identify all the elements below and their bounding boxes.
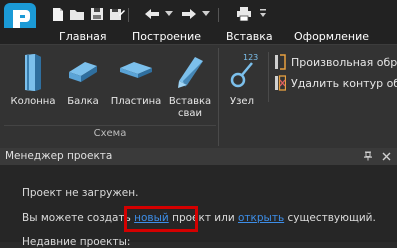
print-icon[interactable] — [236, 6, 252, 22]
ribbon-subgroup-separator — [268, 52, 269, 102]
plate-button[interactable]: Пластина — [108, 52, 164, 108]
insert-pile-label-line1: Вставка — [168, 96, 212, 107]
pin-icon[interactable] — [362, 150, 374, 162]
node-icon: 123 — [222, 52, 262, 92]
new-file-icon[interactable] — [50, 6, 66, 22]
custom-trim-icon — [273, 54, 287, 70]
open-project-link[interactable]: открыть — [238, 212, 284, 224]
column-button[interactable]: Колонна — [8, 52, 58, 108]
close-panel-icon[interactable] — [380, 150, 392, 162]
insert-pile-label: Вставка сваи — [169, 96, 211, 120]
remove-contour-label: Удалить контур обр — [291, 76, 397, 90]
beam-button[interactable]: Балка — [63, 52, 103, 108]
message-prefix: Вы можете создать — [22, 212, 131, 224]
group-label-divider — [4, 125, 216, 126]
custom-trim-button[interactable]: Произвольная обре — [273, 53, 397, 71]
pile-icon — [170, 52, 210, 92]
remove-contour-button[interactable]: Удалить контур обр — [273, 74, 397, 92]
plate-label: Пластина — [110, 96, 162, 107]
insert-pile-button[interactable]: Вставка сваи — [166, 52, 214, 120]
not-loaded-message: Проект не загружен. — [22, 187, 139, 199]
node-button[interactable]: 123 Узел — [222, 52, 262, 108]
message-mid: проект или — [172, 212, 235, 224]
undo-icon[interactable] — [144, 6, 160, 22]
message-suffix: существующий. — [287, 212, 376, 224]
column-label: Колонна — [10, 96, 56, 107]
insert-pile-label-line2: сваи — [177, 108, 203, 119]
remove-contour-icon — [273, 75, 287, 91]
save-icon[interactable] — [89, 6, 105, 22]
save-as-icon[interactable] — [109, 6, 125, 22]
tab-design[interactable]: Оформление — [294, 30, 369, 43]
tab-home[interactable]: Главная — [59, 30, 107, 43]
recent-projects-label: Недавние проекты: — [22, 236, 131, 248]
ribbon-group-separator — [218, 48, 219, 146]
redo-dropdown-icon[interactable] — [198, 6, 214, 22]
scheme-group-label: Схема — [93, 128, 127, 139]
column-icon — [13, 52, 53, 92]
tab-build[interactable]: Построение — [132, 30, 201, 43]
new-project-link[interactable]: новый — [134, 212, 169, 224]
beam-icon — [63, 52, 103, 92]
create-or-open-message: Вы можете создать новый проект или откры… — [22, 212, 376, 224]
toolbar-separator — [218, 8, 219, 22]
project-manager-body — [0, 166, 397, 242]
redo-icon[interactable] — [181, 6, 197, 22]
node-badge: 123 — [243, 53, 259, 62]
tab-insert[interactable]: Вставка — [226, 30, 273, 43]
node-label: Узел — [230, 96, 254, 107]
toolbar-separator — [128, 8, 129, 22]
customize-toolbar-icon[interactable] — [255, 6, 271, 22]
beam-label: Балка — [67, 96, 99, 107]
project-manager-title: Менеджер проекта — [5, 150, 113, 162]
undo-dropdown-icon[interactable] — [161, 6, 177, 22]
open-folder-icon[interactable] — [69, 6, 85, 22]
plate-icon — [116, 52, 156, 92]
custom-trim-label: Произвольная обре — [291, 55, 397, 69]
